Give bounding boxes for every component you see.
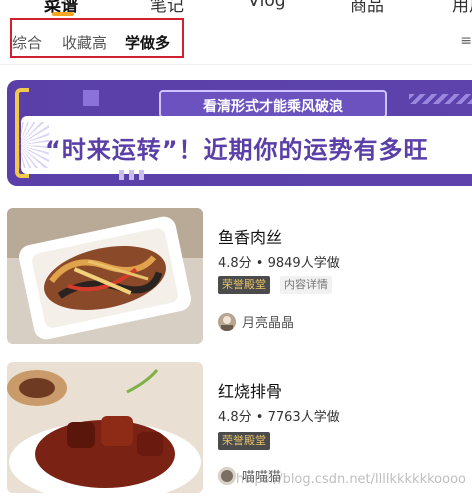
recipe-stats: 4.8分 • 9849人学做	[218, 256, 340, 271]
watermark: https://blog.csdn.net/llllkkkkkkoooo	[235, 472, 466, 487]
promo-banner[interactable]: 看清形式才能乘风破浪 “时来运转”！近期你的运势有多旺	[7, 80, 472, 186]
banner-caption: 看清形式才能乘风破浪	[159, 90, 387, 118]
tab-products[interactable]: 商品	[350, 0, 384, 16]
recipe-image[interactable]	[7, 208, 203, 344]
tab-users[interactable]: 用户	[452, 0, 472, 16]
sort-bar: 综合 收藏高 学做多 ≡	[0, 18, 472, 65]
filter-icon[interactable]: ≡	[460, 33, 472, 49]
checker-decoration	[119, 170, 149, 180]
recipe-image[interactable]	[7, 362, 203, 493]
avatar	[218, 312, 236, 331]
recipe-title[interactable]: 鱼香肉丝	[218, 224, 282, 248]
sort-option-comprehensive[interactable]: 综合	[12, 32, 42, 53]
honor-badge: 荣誉殿堂	[218, 276, 270, 294]
recipe-title[interactable]: 红烧排骨	[218, 378, 282, 402]
square-decoration	[83, 90, 99, 106]
banner-caption-text: 看清形式才能乘风破浪	[203, 99, 343, 115]
author-name: 月亮晶晶	[242, 316, 295, 331]
tab-notes[interactable]: 笔记	[150, 0, 184, 16]
honor-badge: 荣誉殿堂	[218, 432, 270, 450]
detail-tag[interactable]: 内容详情	[280, 276, 332, 294]
avatar	[218, 466, 236, 485]
recipe-card[interactable]: 鱼香肉丝 4.8分 • 9849人学做 荣誉殿堂 内容详情 月亮晶晶	[0, 208, 472, 348]
active-tab-indicator	[52, 12, 74, 16]
recipe-stats: 4.8分 • 7763人学做	[218, 410, 340, 425]
banner-headline: “时来运转”！近期你的运势有多旺	[45, 136, 429, 164]
tab-vlog[interactable]: Vlog	[248, 0, 286, 11]
sort-option-most-favorited[interactable]: 收藏高	[62, 32, 107, 53]
recipe-author[interactable]: 月亮晶晶	[218, 312, 294, 331]
stripes-decoration	[409, 94, 472, 104]
sort-option-most-learned[interactable]: 学做多	[125, 32, 170, 53]
top-tab-bar: 菜谱 笔记 Vlog 商品 用户	[0, 0, 472, 18]
